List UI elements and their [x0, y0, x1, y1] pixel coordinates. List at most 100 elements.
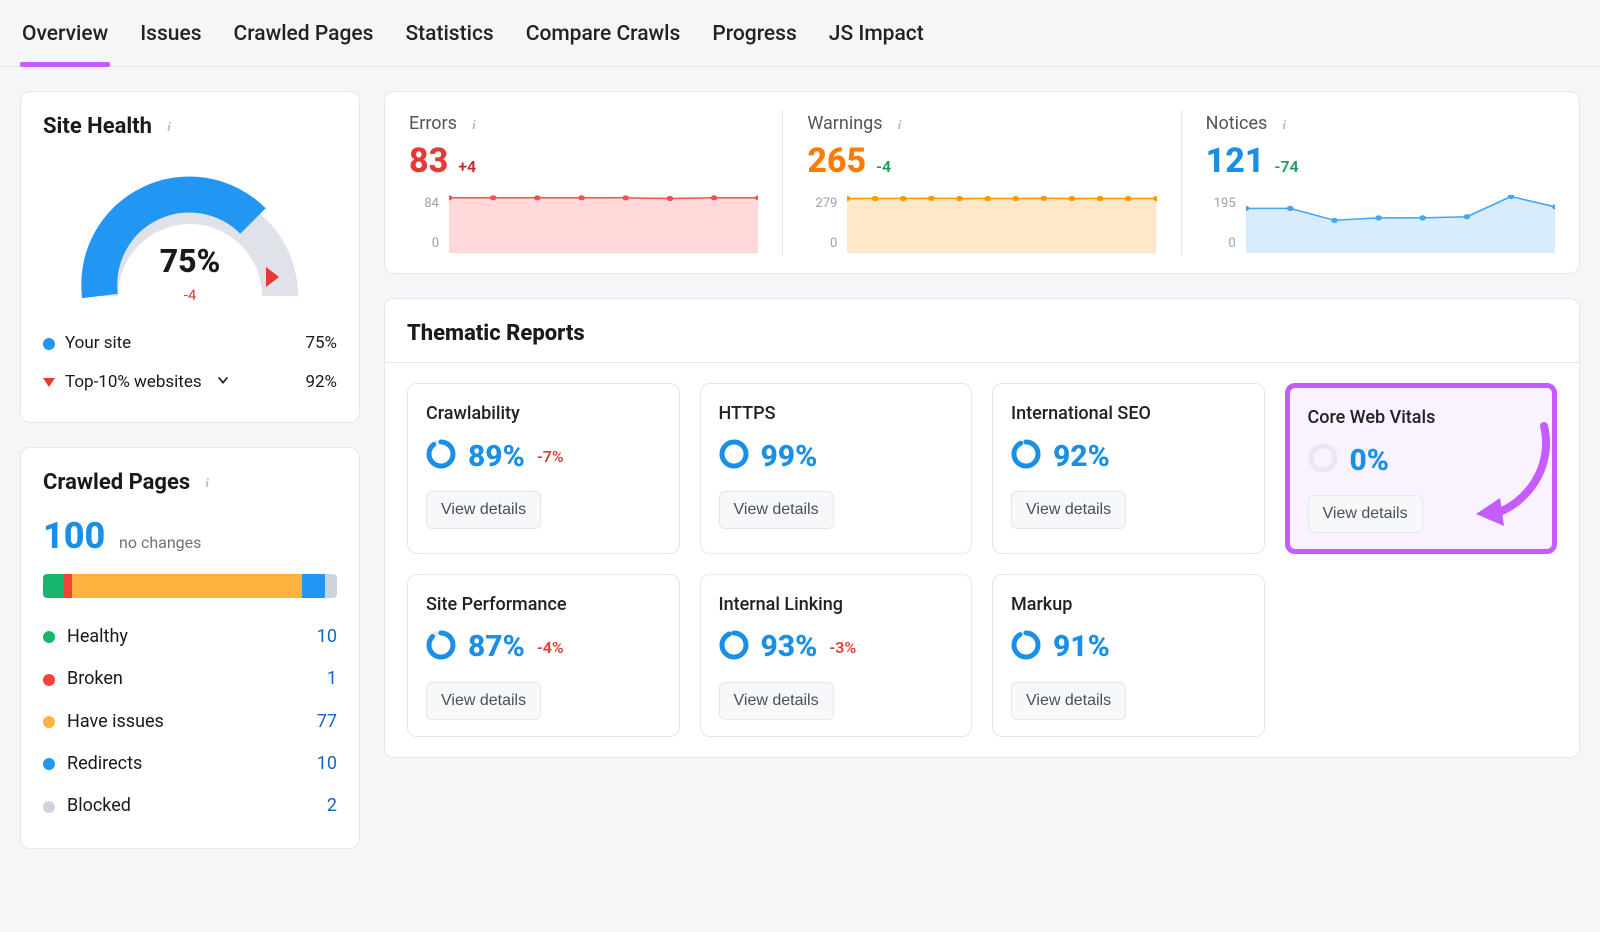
thematic-title: Thematic Reports	[407, 319, 1557, 349]
report-title: HTTPS	[719, 402, 954, 426]
report-title: Site Performance	[426, 593, 661, 617]
dot-icon	[43, 801, 55, 813]
legend-value: 75%	[305, 332, 337, 355]
info-icon[interactable]	[465, 115, 483, 133]
list-row[interactable]: Healthy 10	[43, 616, 337, 658]
list-row[interactable]: Have issues 77	[43, 701, 337, 743]
stat-title: Errors	[409, 112, 758, 136]
gauge-value: 75%	[70, 240, 310, 283]
row-label: Have issues	[67, 710, 164, 734]
sparkline	[1246, 195, 1555, 253]
tab-compare-crawls[interactable]: Compare Crawls	[524, 14, 683, 66]
report-card-https: HTTPS 99% View details	[700, 383, 973, 554]
view-details-button[interactable]: View details	[1011, 682, 1126, 720]
stat-strip: Errors 83 +4 840 Warnings 265 -4 2790 No…	[384, 91, 1580, 273]
view-details-button[interactable]: View details	[426, 682, 541, 720]
report-value: 99%	[761, 437, 818, 478]
crawled-pages-bar	[43, 574, 337, 598]
site-health-gauge: 75% -4	[70, 156, 310, 306]
info-icon[interactable]	[891, 115, 909, 133]
bar-segment	[72, 574, 301, 598]
site-health-title: Site Health	[43, 112, 337, 142]
report-delta: -4%	[537, 637, 564, 659]
donut-icon	[1011, 630, 1041, 665]
legend-row[interactable]: Top-10% websites 92%	[43, 363, 337, 402]
thematic-reports-card: Thematic Reports Crawlability 89% -7% Vi…	[384, 298, 1580, 758]
tab-js-impact[interactable]: JS Impact	[827, 14, 926, 66]
list-row[interactable]: Redirects 10	[43, 743, 337, 785]
stat-errors[interactable]: Errors 83 +4 840	[385, 110, 783, 254]
bar-segment	[325, 574, 337, 598]
view-details-button[interactable]: View details	[1308, 495, 1423, 533]
axis-labels: 1950	[1206, 195, 1236, 253]
crawled-pages-card: Crawled Pages 100 no changes Healthy10Br…	[20, 447, 360, 849]
view-details-button[interactable]: View details	[426, 491, 541, 529]
axis-labels: 840	[409, 195, 439, 253]
list-row[interactable]: Blocked2	[43, 785, 337, 827]
row-label: Redirects	[67, 752, 142, 776]
tab-statistics[interactable]: Statistics	[403, 14, 495, 66]
stat-value: 265	[807, 139, 866, 185]
tab-issues[interactable]: Issues	[138, 14, 203, 66]
donut-icon	[719, 439, 749, 474]
view-details-button[interactable]: View details	[1011, 491, 1126, 529]
bar-segment	[64, 574, 73, 598]
row-label: Blocked	[67, 794, 131, 818]
tab-overview[interactable]: Overview	[20, 14, 110, 66]
report-card-international-seo: International SEO 92% View details	[992, 383, 1265, 554]
donut-icon	[1308, 443, 1338, 478]
report-value: 0%	[1350, 441, 1390, 482]
report-value: 89%	[468, 437, 525, 478]
report-delta: -3%	[829, 637, 856, 659]
info-icon[interactable]	[198, 474, 216, 492]
axis-labels: 2790	[807, 195, 837, 253]
legend-label: Top-10% websites	[65, 371, 202, 394]
crawled-pages-sub: no changes	[119, 533, 201, 552]
row-label: Broken	[67, 667, 123, 691]
site-health-label: Site Health	[43, 112, 152, 142]
dot-icon	[43, 674, 55, 686]
stat-notices[interactable]: Notices 121 -74 1950	[1182, 110, 1579, 254]
divider	[385, 362, 1579, 363]
stat-delta: -74	[1274, 156, 1298, 178]
info-icon[interactable]	[160, 118, 178, 136]
report-title: Internal Linking	[719, 593, 954, 617]
list-row[interactable]: Broken1	[43, 658, 337, 700]
report-card-internal-linking: Internal Linking 93% -3% View details	[700, 574, 973, 737]
stat-title: Notices	[1206, 112, 1555, 136]
view-details-button[interactable]: View details	[719, 682, 834, 720]
tab-crawled-pages[interactable]: Crawled Pages	[232, 14, 376, 66]
report-value: 93%	[761, 627, 818, 668]
dot-icon	[43, 631, 55, 643]
report-card-core-web-vitals: Core Web Vitals 0% View details	[1285, 383, 1558, 554]
chevron-down-icon	[216, 371, 230, 394]
report-title: Crawlability	[426, 402, 661, 426]
bar-segment	[302, 574, 326, 598]
donut-icon	[426, 439, 456, 474]
view-details-button[interactable]: View details	[719, 491, 834, 529]
legend-label: Your site	[65, 332, 131, 355]
crawled-pages-total: 100	[43, 515, 105, 557]
row-value: 77	[293, 710, 337, 734]
report-delta: -7%	[537, 446, 564, 468]
sparkline	[449, 195, 758, 253]
legend-value: 92%	[305, 371, 337, 394]
stat-delta: -4	[876, 156, 891, 178]
row-value: 10	[293, 752, 337, 776]
row-label: Healthy	[67, 625, 128, 649]
stat-warnings[interactable]: Warnings 265 -4 2790	[783, 110, 1181, 254]
report-card-markup: Markup 91% View details	[992, 574, 1265, 737]
report-title: Markup	[1011, 593, 1246, 617]
report-card-site-performance: Site Performance 87% -4% View details	[407, 574, 680, 737]
row-value: 10	[293, 625, 337, 649]
donut-icon	[719, 630, 749, 665]
donut-icon	[1011, 439, 1041, 474]
tab-progress[interactable]: Progress	[710, 14, 798, 66]
gauge-delta: -4	[70, 285, 310, 305]
report-title: Core Web Vitals	[1308, 406, 1535, 430]
triangle-down-icon	[43, 378, 55, 387]
bar-segment	[43, 574, 64, 598]
info-icon[interactable]	[1275, 115, 1293, 133]
stat-value: 121	[1206, 139, 1265, 185]
legend-row: Your site 75%	[43, 324, 337, 363]
